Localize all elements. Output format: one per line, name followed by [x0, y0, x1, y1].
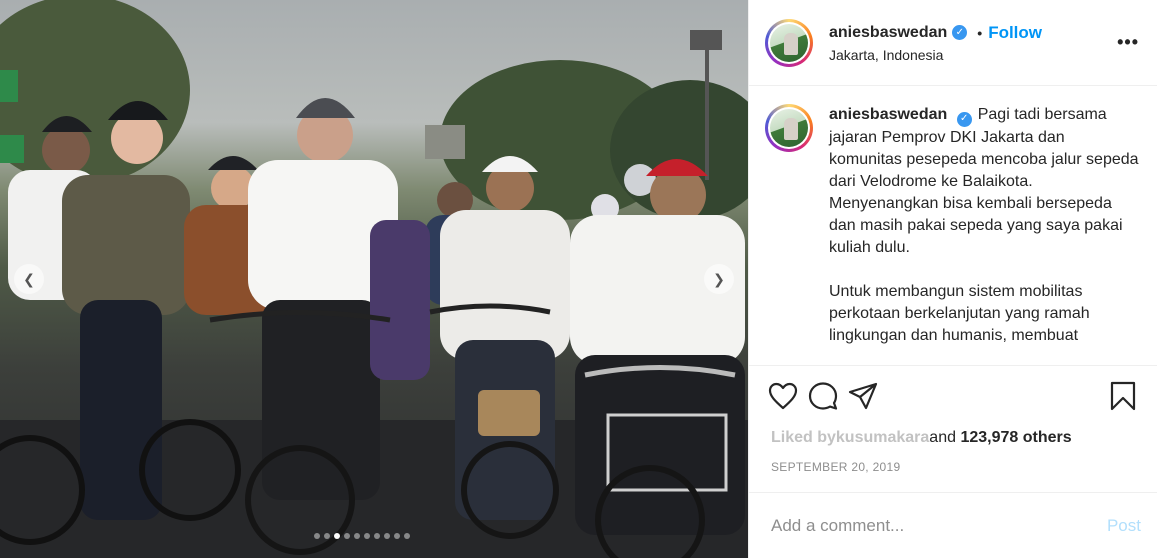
carousel-dot: [314, 533, 320, 539]
like-button[interactable]: [763, 376, 803, 416]
avatar[interactable]: [765, 18, 813, 67]
save-button[interactable]: [1103, 376, 1143, 416]
header-text: aniesbaswedan ✓ • Follow Jakarta, Indone…: [829, 23, 1117, 63]
likes-and: and: [929, 429, 956, 446]
carousel-dot: [334, 533, 340, 539]
chevron-left-icon[interactable]: ❮: [14, 264, 44, 294]
carousel-dot: [344, 533, 350, 539]
post-date[interactable]: SEPTEMBER 20, 2019: [749, 450, 1157, 484]
caption-paragraph-1: Pagi tadi bersama jajaran Pemprov DKI Ja…: [829, 106, 1139, 256]
comment-icon: [808, 382, 838, 410]
verified-icon: ✓: [952, 25, 968, 40]
caption-avatar[interactable]: [765, 104, 813, 152]
bookmark-icon: [1110, 381, 1136, 411]
carousel-dot: [404, 533, 410, 539]
comment-box: Post: [749, 492, 1157, 558]
more-options-icon[interactable]: •••: [1117, 32, 1139, 53]
post-photo[interactable]: ❮ ❯: [0, 0, 748, 558]
carousel-dot: [394, 533, 400, 539]
follow-button[interactable]: Follow: [988, 23, 1042, 43]
chevron-right-icon[interactable]: ❯: [704, 264, 734, 294]
post-sidebar: aniesbaswedan ✓ • Follow Jakarta, Indone…: [748, 0, 1157, 558]
liked-by-user[interactable]: kusumakara: [836, 429, 929, 447]
post-comment-button[interactable]: Post: [1107, 516, 1141, 536]
username-row: aniesbaswedan ✓ • Follow: [829, 23, 1117, 43]
instagram-post: ❮ ❯ aniesbaswedan ✓ • Follow Jakarta, In…: [0, 0, 1157, 558]
caption-username[interactable]: aniesbaswedan: [829, 106, 947, 123]
carousel-dot: [384, 533, 390, 539]
heart-icon: [768, 382, 798, 410]
post-header: aniesbaswedan ✓ • Follow Jakarta, Indone…: [749, 0, 1157, 86]
carousel-dot: [364, 533, 370, 539]
action-bar: [749, 366, 1157, 426]
separator-dot: •: [977, 24, 983, 41]
username-link[interactable]: aniesbaswedan: [829, 24, 947, 42]
caption-text: aniesbaswedan ✓ Pagi tadi bersama jajaran…: [829, 104, 1141, 365]
carousel-dot: [374, 533, 380, 539]
carousel-dot: [324, 533, 330, 539]
likes-summary: Liked by kusumakara and 123,978 others: [749, 426, 1157, 450]
likes-prefix: Liked by: [771, 429, 836, 446]
share-button[interactable]: [843, 376, 883, 416]
location-link[interactable]: Jakarta, Indonesia: [829, 47, 1117, 63]
comment-input[interactable]: [771, 515, 1107, 536]
comment-button[interactable]: [803, 376, 843, 416]
carousel-dot: [354, 533, 360, 539]
caption-area: aniesbaswedan ✓ Pagi tadi bersama jajaran…: [749, 86, 1157, 366]
carousel-dots: [314, 533, 410, 539]
share-icon: [848, 382, 878, 410]
verified-icon: ✓: [956, 111, 972, 127]
likes-count[interactable]: 123,978 others: [960, 429, 1071, 447]
cyclists-photo: [0, 0, 748, 558]
caption-paragraph-2: Untuk membangun sistem mobilitas perkota…: [829, 282, 1090, 344]
